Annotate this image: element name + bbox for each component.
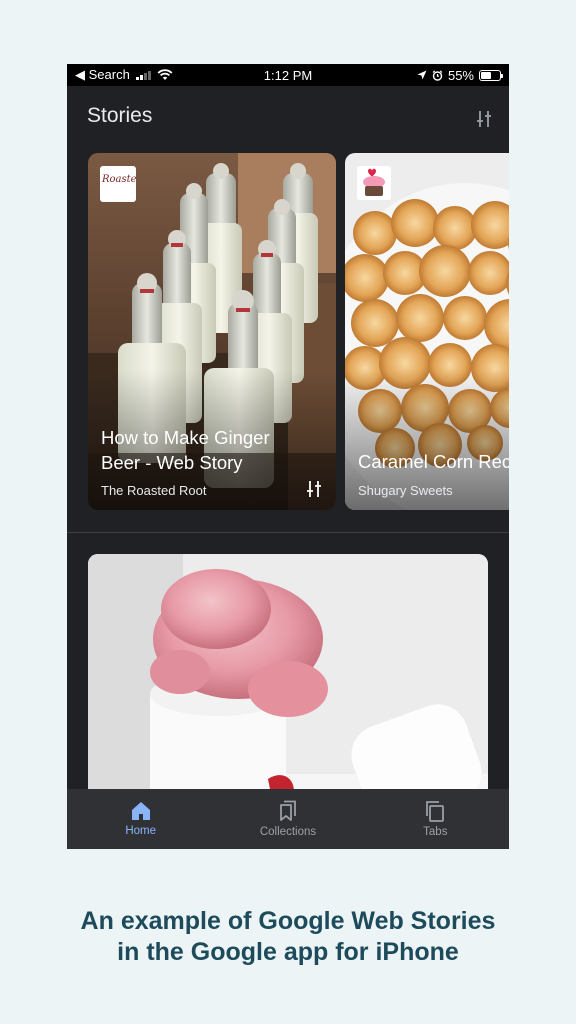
page-title: Stories	[87, 104, 153, 127]
battery-percent: 55%	[447, 67, 474, 83]
publisher-logo	[357, 166, 391, 200]
ice-cream-image	[88, 554, 488, 804]
battery-icon	[479, 69, 503, 81]
story-title: How to Make Ginger Beer - Web Story	[101, 427, 270, 473]
cupcake-icon	[363, 168, 385, 196]
caption-line-2: in the Google app for iPhone	[117, 938, 459, 966]
nav-tabs[interactable]: Tabs	[375, 800, 495, 838]
story-card-ice-cream[interactable]	[88, 554, 488, 804]
wifi-icon	[157, 69, 173, 80]
tabs-icon	[426, 801, 445, 822]
back-to-search-link[interactable]: ◀ Search	[75, 67, 130, 83]
story-source: The Roasted Root	[101, 483, 207, 498]
publisher-logo: Roasted	[100, 166, 136, 202]
nav-collections-label: Collections	[259, 826, 317, 838]
caption-line-1: An example of Google Web Stories	[80, 907, 496, 935]
sort-filter-icon[interactable]	[475, 110, 493, 128]
bottom-nav: Home Collections Tabs	[67, 789, 509, 849]
alarm-clock-icon	[432, 69, 443, 81]
app-bar: Stories	[67, 86, 509, 148]
caption: An example of Google Web Stories in the …	[0, 906, 576, 968]
phone-screen: ◀ Search 1:12 PM 55% Stories Roaste How …	[67, 64, 509, 849]
nav-tabs-label: Tabs	[423, 826, 448, 838]
stories-carousel[interactable]: Roasted How to Make Ginger Beer - Web St…	[88, 153, 509, 510]
section-divider	[67, 532, 509, 533]
story-title: Caramel Corn Rec	[358, 451, 509, 472]
location-arrow-icon	[417, 70, 427, 80]
nav-collections[interactable]: Collections	[228, 800, 348, 838]
status-bar: ◀ Search 1:12 PM 55%	[67, 64, 509, 86]
story-source: Shugary Sweets	[358, 483, 453, 498]
nav-home[interactable]: Home	[81, 801, 201, 837]
story-card-caramel-corn[interactable]: Caramel Corn Rec Shugary Sweets	[345, 153, 509, 510]
nav-home-label: Home	[125, 825, 156, 837]
story-card-ginger-beer[interactable]: Roasted How to Make Ginger Beer - Web St…	[88, 153, 336, 510]
collections-icon	[280, 800, 296, 821]
home-icon	[131, 802, 150, 820]
story-options-icon[interactable]	[306, 480, 322, 498]
cellular-signal-icon	[135, 70, 151, 80]
